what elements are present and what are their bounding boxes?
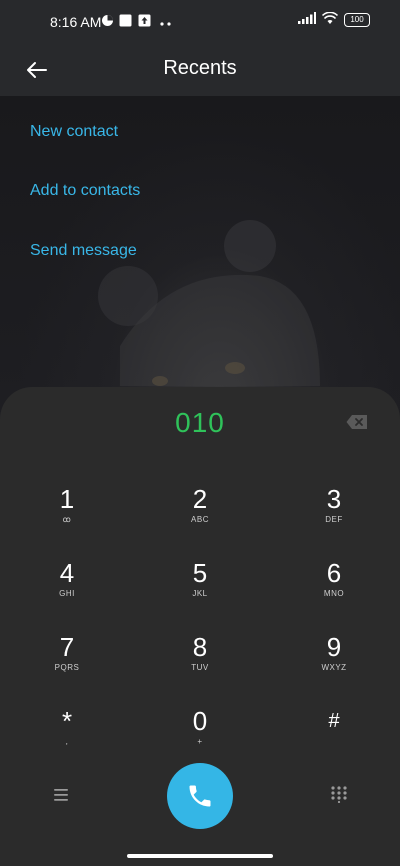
key-3[interactable]: 3 DEF xyxy=(294,484,374,544)
key-5[interactable]: 5 JKL xyxy=(160,558,240,618)
page-title: Recents xyxy=(163,57,237,79)
backspace-icon[interactable] xyxy=(346,414,368,430)
key-letters: , xyxy=(65,737,69,746)
key-letters: ABC xyxy=(191,515,209,524)
key-0[interactable]: 0 + xyxy=(160,706,240,766)
key-6[interactable]: 6 MNO xyxy=(294,558,374,618)
key-9[interactable]: 9 WXYZ xyxy=(294,632,374,692)
key-digit: 0 xyxy=(192,706,208,736)
key-1[interactable]: 1 ꝏ xyxy=(27,484,107,544)
key-digit: 4 xyxy=(59,558,75,588)
signal-icon xyxy=(298,12,316,28)
phone-icon xyxy=(189,785,211,807)
upload-notification-icon xyxy=(138,14,151,31)
app-notification-icon xyxy=(119,14,132,31)
key-digit: 1 xyxy=(59,484,75,514)
status-bar: 8:16 AM 100 xyxy=(0,0,400,44)
wifi-icon xyxy=(321,11,339,28)
new-contact-link[interactable]: New contact xyxy=(30,123,118,141)
key-star[interactable]: * , xyxy=(27,706,107,766)
key-digit: 7 xyxy=(59,632,75,662)
key-digit: * xyxy=(61,706,73,736)
key-letters: GHI xyxy=(59,589,75,598)
notification-icon xyxy=(101,14,114,31)
status-time: 8:16 AM xyxy=(50,14,102,30)
key-7[interactable]: 7 PQRS xyxy=(27,632,107,692)
key-digit: 6 xyxy=(326,558,342,588)
battery-icon: 100 xyxy=(344,13,370,27)
key-digit: 2 xyxy=(192,484,208,514)
menu-icon[interactable] xyxy=(52,787,70,803)
add-to-contacts-link[interactable]: Add to contacts xyxy=(30,182,140,200)
key-letters: JKL xyxy=(192,589,208,598)
key-letters: MNO xyxy=(323,589,345,598)
key-digit: 3 xyxy=(326,484,342,514)
key-letters: DEF xyxy=(325,515,343,524)
home-indicator[interactable] xyxy=(127,854,273,858)
more-notifications-icon xyxy=(160,16,172,31)
dialpad-panel: 010 1 ꝏ 2 ABC 3 DEF 4 GHI 5 JKL 6 MNO 7 … xyxy=(0,387,400,866)
key-digit: 9 xyxy=(326,632,342,662)
send-message-link[interactable]: Send message xyxy=(30,242,137,260)
key-letters: + xyxy=(197,737,203,746)
key-digit: 5 xyxy=(192,558,208,588)
key-letters: WXYZ xyxy=(321,663,347,672)
voicemail-icon: ꝏ xyxy=(62,515,72,524)
key-letters: PQRS xyxy=(54,663,80,672)
key-digit: # xyxy=(328,710,340,732)
key-letters: TUV xyxy=(191,663,209,672)
dialpad-grid-icon[interactable] xyxy=(330,785,348,804)
call-button[interactable] xyxy=(167,763,233,829)
key-4[interactable]: 4 GHI xyxy=(27,558,107,618)
key-8[interactable]: 8 TUV xyxy=(160,632,240,692)
key-hash[interactable]: # xyxy=(294,706,374,766)
dialed-number[interactable]: 010 xyxy=(0,407,400,439)
key-2[interactable]: 2 ABC xyxy=(160,484,240,544)
key-digit: 8 xyxy=(192,632,208,662)
app-header: Recents xyxy=(0,44,400,96)
